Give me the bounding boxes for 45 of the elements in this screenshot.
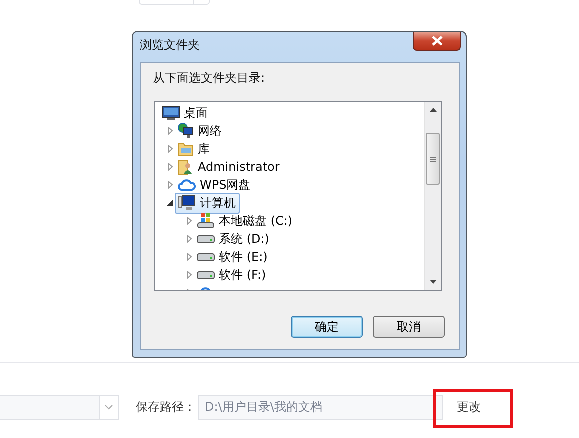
tree-item[interactable]: 计算机 bbox=[175, 192, 240, 214]
collapsed-arrow-icon[interactable] bbox=[186, 217, 192, 225]
grip-icon bbox=[430, 156, 436, 162]
close-icon bbox=[432, 36, 442, 46]
scrollbar[interactable] bbox=[424, 102, 441, 290]
close-button[interactable] bbox=[413, 32, 461, 51]
drive-icon bbox=[197, 270, 215, 280]
scroll-up-icon[interactable] bbox=[430, 108, 436, 112]
expanded-arrow-icon[interactable] bbox=[167, 200, 173, 206]
tree-item[interactable]: 软件 (F:) bbox=[194, 264, 270, 286]
window-title: 浏览文件夹 bbox=[140, 37, 201, 54]
tree-item[interactable]: 系统 (D:) bbox=[194, 228, 274, 250]
save-path-field[interactable]: D:\用户目录\我的文档 bbox=[198, 395, 443, 420]
tree-item[interactable]: Administrator bbox=[175, 157, 284, 177]
windows-drive-icon bbox=[197, 213, 215, 229]
tree-item[interactable]: 网络 bbox=[175, 120, 226, 142]
dialog-button[interactable]: 取消 bbox=[373, 316, 445, 338]
scroll-thumb[interactable] bbox=[426, 133, 440, 185]
save-path-label: 保存路径： bbox=[136, 399, 197, 416]
tree-item[interactable]: 本地磁盘 (C:) bbox=[194, 210, 297, 232]
tree-item[interactable]: WPS网盘 bbox=[175, 174, 255, 196]
collapsed-arrow-icon[interactable] bbox=[186, 271, 192, 279]
cloud-icon bbox=[178, 178, 196, 192]
monitor-icon bbox=[162, 106, 180, 120]
computer-icon bbox=[178, 195, 196, 211]
drive-icon bbox=[197, 252, 215, 262]
globe-monitor-icon bbox=[178, 123, 194, 139]
folder-icon bbox=[178, 141, 194, 157]
collapsed-arrow-icon[interactable] bbox=[168, 127, 172, 135]
tree-item[interactable]: 库 bbox=[175, 138, 214, 160]
scroll-down-icon[interactable] bbox=[430, 280, 436, 284]
collapsed-arrow-icon[interactable] bbox=[186, 253, 192, 261]
dropdown-field[interactable] bbox=[139, 0, 210, 5]
user-folder-icon bbox=[178, 159, 194, 175]
collapsed-arrow-icon[interactable] bbox=[168, 145, 172, 153]
dialog-button[interactable]: 确定 bbox=[291, 316, 363, 338]
prompt-text: 从下面选文件夹目录: bbox=[153, 70, 266, 87]
collapsed-arrow-icon[interactable] bbox=[168, 181, 172, 189]
drive-icon bbox=[197, 234, 215, 244]
collapsed-arrow-icon[interactable] bbox=[186, 235, 192, 243]
collapsed-arrow-icon[interactable] bbox=[168, 163, 172, 171]
chevron-down-icon bbox=[105, 405, 113, 410]
dropdown-field[interactable] bbox=[0, 395, 119, 420]
tree-item[interactable]: 软件 (E:) bbox=[194, 246, 272, 268]
tree-item[interactable]: 桌面 bbox=[159, 102, 212, 124]
